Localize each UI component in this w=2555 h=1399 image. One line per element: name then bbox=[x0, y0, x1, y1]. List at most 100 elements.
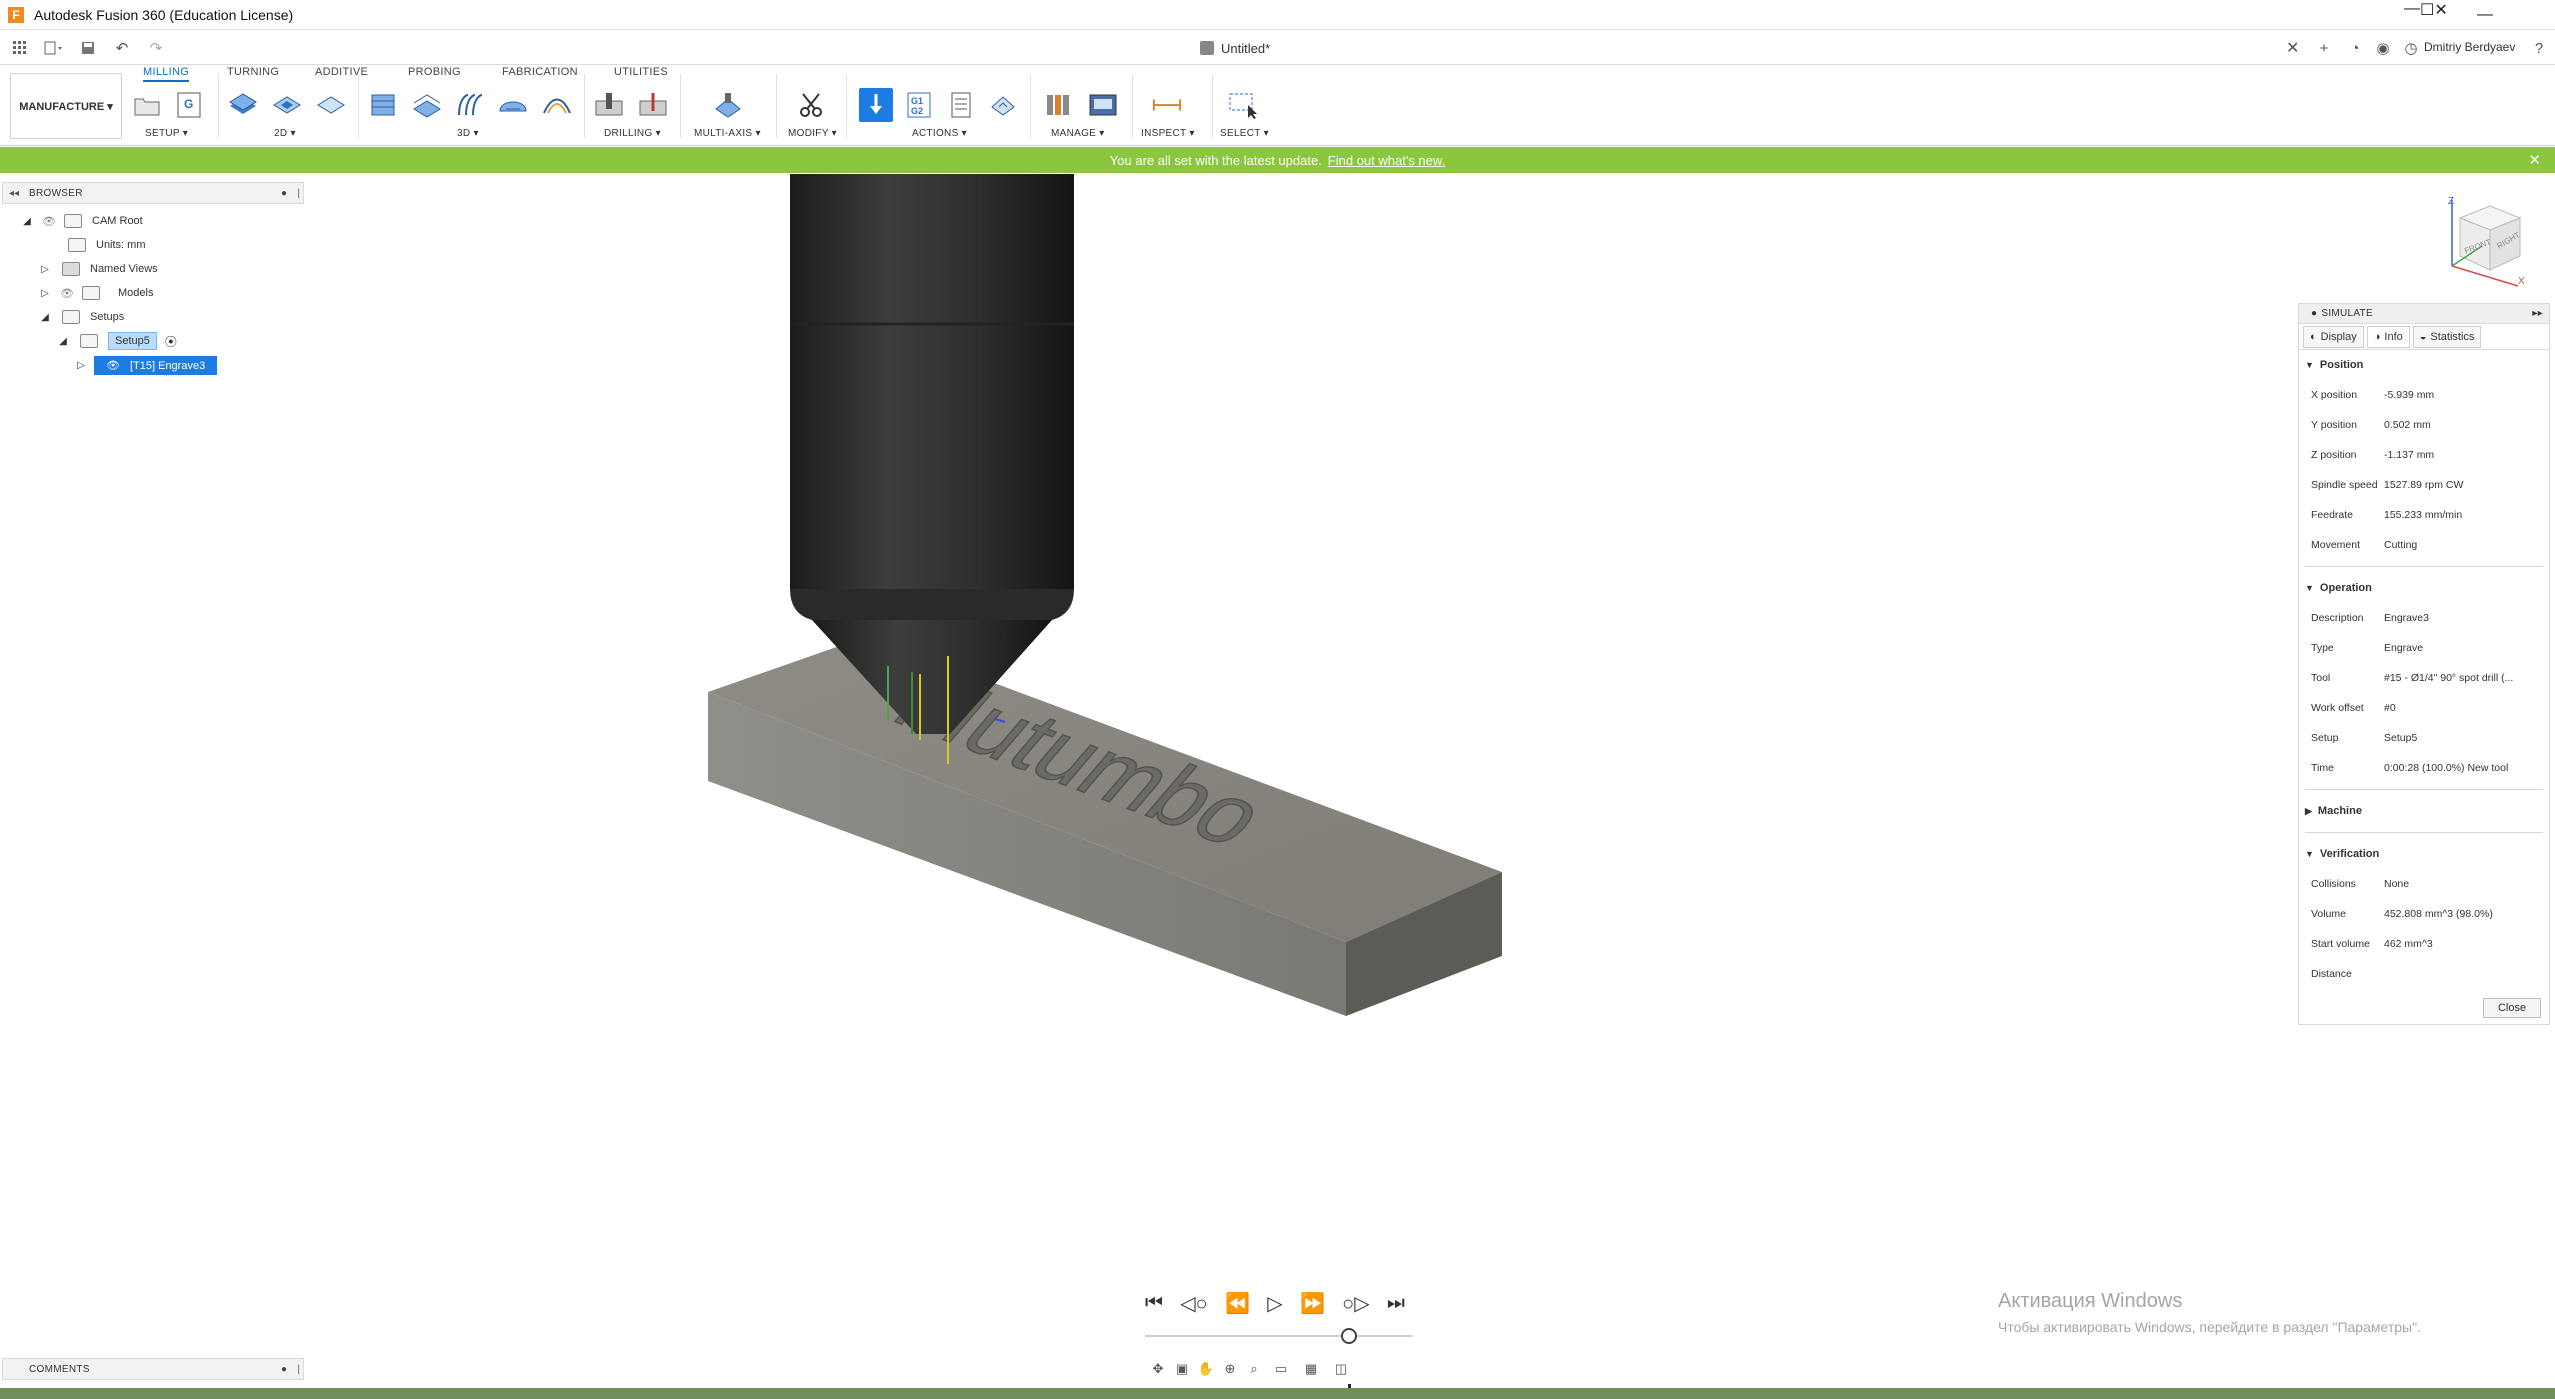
orbit-icon[interactable]: ✥ bbox=[1146, 1359, 1170, 1379]
step-forward-icon[interactable]: ⏩ bbox=[1300, 1291, 1325, 1316]
tree-row-units[interactable]: Units: mm bbox=[62, 234, 146, 256]
simulate-header[interactable]: ● SIMULATE ▸▸ bbox=[2299, 304, 2549, 324]
thread-icon[interactable] bbox=[638, 90, 668, 120]
workspace-switcher[interactable]: MANUFACTURE ▾ bbox=[10, 73, 122, 139]
generate-icon[interactable] bbox=[988, 90, 1018, 120]
zoom-icon[interactable]: ⊕ bbox=[1218, 1359, 1242, 1379]
3d-viewport[interactable]: Mutumbo bbox=[0, 174, 2555, 1386]
tab-probing[interactable]: PROBING bbox=[408, 66, 461, 82]
file-menu-icon[interactable] bbox=[40, 36, 68, 60]
browser-panel-header[interactable]: ◂◂ BROWSER ● | bbox=[2, 182, 304, 204]
expand-panel-icon[interactable]: ▸▸ bbox=[2532, 308, 2543, 319]
pocket-clearing-icon[interactable] bbox=[412, 90, 442, 120]
viewcube[interactable]: Z X FRONT RIGHT bbox=[2448, 196, 2528, 288]
tool-library-icon[interactable] bbox=[1044, 90, 1074, 120]
close-simulation-button[interactable]: Close bbox=[2483, 998, 2541, 1018]
previous-operation-icon[interactable]: ◁○ bbox=[1180, 1291, 1207, 1316]
group-3d[interactable]: 3D ▾ bbox=[457, 128, 479, 139]
contour-icon[interactable] bbox=[498, 90, 528, 120]
expand-triangle-icon[interactable]: ▷ bbox=[38, 262, 52, 276]
pan-icon[interactable]: ✋ bbox=[1194, 1359, 1218, 1379]
scallop-icon[interactable] bbox=[542, 90, 572, 120]
play-icon[interactable]: ▷ bbox=[1267, 1291, 1282, 1316]
new-folder-icon[interactable] bbox=[132, 90, 162, 120]
minimize-button[interactable]: — bbox=[2404, 0, 2420, 30]
maximize-button[interactable]: ☐ bbox=[2420, 0, 2434, 30]
2d-pocket-icon[interactable] bbox=[272, 90, 302, 120]
whats-new-link[interactable]: Find out what's new. bbox=[1328, 153, 1445, 168]
go-to-start-icon[interactable]: ⏮ bbox=[1145, 1292, 1163, 1315]
group-select[interactable]: SELECT ▾ bbox=[1220, 128, 1269, 139]
group-setup[interactable]: SETUP ▾ bbox=[145, 128, 188, 139]
comments-panel-header[interactable]: COMMENTS ● | bbox=[2, 1358, 304, 1380]
section-position[interactable]: ▼ Position bbox=[2299, 350, 2549, 380]
group-inspect[interactable]: INSPECT ▾ bbox=[1141, 128, 1195, 139]
face-icon[interactable] bbox=[316, 90, 346, 120]
group-actions[interactable]: ACTIONS ▾ bbox=[912, 128, 967, 139]
nc-program-icon[interactable]: G bbox=[174, 90, 204, 120]
group-multi-axis[interactable]: MULTI-AXIS ▾ bbox=[694, 128, 761, 139]
grid-settings-icon[interactable]: ▦ bbox=[1296, 1359, 1326, 1379]
look-at-icon[interactable]: ▣ bbox=[1170, 1359, 1194, 1379]
tree-row-engrave3[interactable]: ▷ 👁 [T15] Engrave3 bbox=[74, 354, 218, 376]
group-drilling[interactable]: DRILLING ▾ bbox=[604, 128, 661, 139]
simulation-progress-slider[interactable] bbox=[1145, 1335, 1413, 1337]
tab-display[interactable]: ◐ Display bbox=[2303, 325, 2364, 348]
section-machine[interactable]: ▶ Machine bbox=[2299, 796, 2549, 826]
browser-pin-icon[interactable]: | bbox=[297, 188, 300, 199]
measure-icon[interactable] bbox=[1152, 90, 1182, 120]
document-tab[interactable]: Untitled* bbox=[1200, 31, 1270, 65]
collapse-triangle-icon[interactable]: ◢ bbox=[56, 334, 70, 348]
visibility-eye-icon[interactable]: 👁 bbox=[40, 215, 58, 228]
tree-row-setup5[interactable]: ◢ Setup5 ⦿ bbox=[56, 330, 177, 352]
data-panel-grid-icon[interactable] bbox=[6, 36, 34, 60]
collapse-browser-icon[interactable]: ◂◂ bbox=[9, 188, 19, 199]
close-window-button[interactable]: ✕ bbox=[2434, 0, 2447, 30]
setup-sheet-icon[interactable] bbox=[946, 90, 976, 120]
tab-statistics[interactable]: ◒ Statistics bbox=[2412, 325, 2482, 348]
simulate-icon[interactable] bbox=[859, 88, 893, 122]
group-2d[interactable]: 2D ▾ bbox=[274, 128, 296, 139]
comments-pin-icon[interactable]: | bbox=[297, 1364, 300, 1375]
post-process-icon[interactable]: G1 G2 bbox=[904, 90, 934, 120]
active-setup-icon[interactable]: ⦿ bbox=[165, 333, 177, 350]
collapse-triangle-icon[interactable]: ◢ bbox=[20, 214, 34, 228]
close-document-icon[interactable]: ✕ bbox=[2286, 38, 2299, 58]
tab-fabrication[interactable]: FABRICATION bbox=[502, 66, 578, 82]
tab-additive[interactable]: ADDITIVE bbox=[315, 66, 368, 82]
redo-icon[interactable]: ↷ bbox=[142, 36, 170, 60]
tree-row-models[interactable]: ▷ 👁 Models bbox=[38, 282, 153, 304]
next-operation-icon[interactable]: ○▷ bbox=[1342, 1291, 1369, 1316]
step-back-icon[interactable]: ⏪ bbox=[1225, 1291, 1250, 1316]
notifications-icon[interactable]: ◉ bbox=[2370, 36, 2396, 60]
tab-turning[interactable]: TURNING bbox=[227, 66, 279, 82]
visibility-eye-icon[interactable]: 👁 bbox=[58, 287, 76, 300]
close-banner-icon[interactable]: ✕ bbox=[2528, 151, 2541, 169]
tab-milling[interactable]: MILLING bbox=[143, 66, 190, 82]
question-icon[interactable]: ? bbox=[2526, 36, 2552, 60]
expand-triangle-icon[interactable]: ▷ bbox=[74, 358, 88, 372]
tab-info[interactable]: ◑ Info bbox=[2366, 325, 2410, 348]
job-status-icon[interactable]: ◔ bbox=[2342, 36, 2368, 60]
tree-row-named-views[interactable]: ▷ Named Views bbox=[38, 258, 158, 280]
group-manage[interactable]: MANAGE ▾ bbox=[1051, 128, 1105, 139]
machine-library-icon[interactable] bbox=[1088, 90, 1118, 120]
tree-row-cam-root[interactable]: ◢ 👁 CAM Root bbox=[20, 210, 143, 232]
stock-block[interactable] bbox=[708, 636, 1502, 1016]
help-icon[interactable]: ◷ bbox=[2398, 36, 2424, 60]
save-icon[interactable] bbox=[74, 36, 102, 60]
2d-adaptive-icon[interactable] bbox=[228, 90, 258, 120]
parallel-icon[interactable] bbox=[454, 90, 484, 120]
viewports-icon[interactable]: ◫ bbox=[1326, 1359, 1356, 1379]
expand-triangle-icon[interactable]: ▷ bbox=[38, 286, 52, 300]
group-modify[interactable]: MODIFY ▾ bbox=[788, 128, 837, 139]
section-verification[interactable]: ▼ Verification bbox=[2299, 839, 2549, 869]
new-tab-icon[interactable]: + bbox=[2311, 36, 2337, 60]
tab-utilities[interactable]: UTILITIES bbox=[614, 66, 668, 82]
section-operation[interactable]: ▼ Operation bbox=[2299, 573, 2549, 603]
drill-icon[interactable] bbox=[594, 90, 624, 120]
go-to-end-icon[interactable]: ⏭ bbox=[1387, 1292, 1405, 1315]
3d-adaptive-icon[interactable] bbox=[368, 90, 398, 120]
visibility-eye-icon[interactable]: 👁 bbox=[106, 360, 120, 372]
slider-thumb[interactable] bbox=[1340, 1328, 1357, 1344]
